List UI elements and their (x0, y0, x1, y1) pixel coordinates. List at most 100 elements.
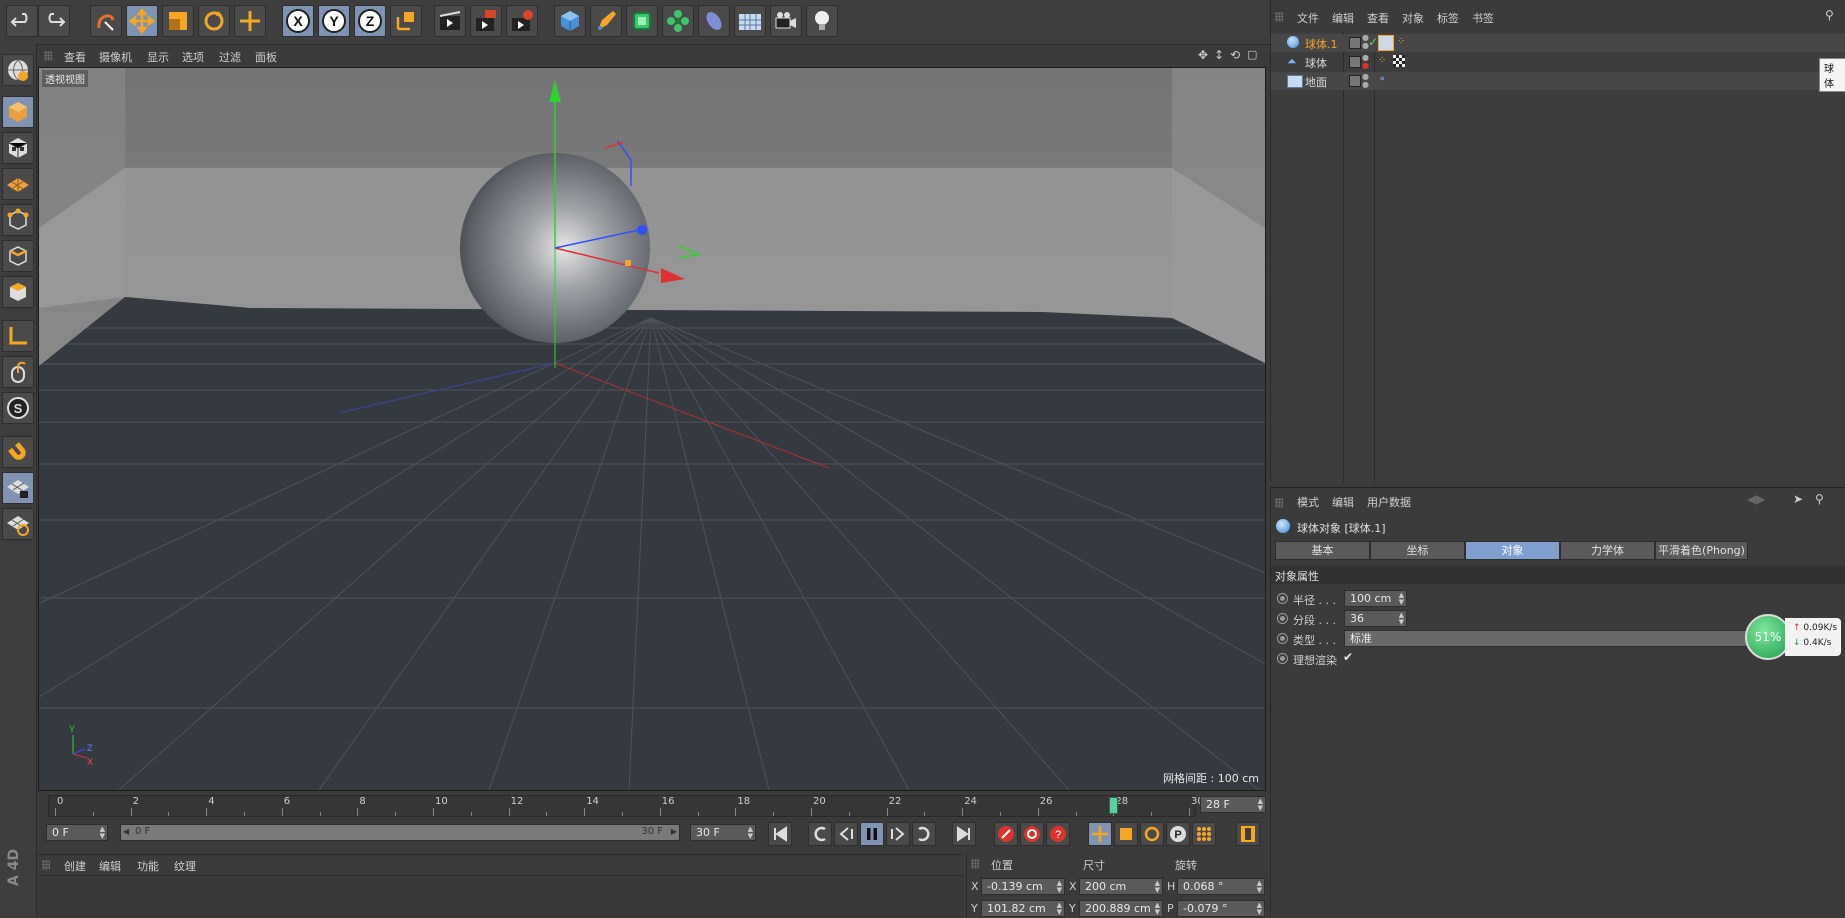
menu-create[interactable]: 创建 (64, 858, 86, 874)
key-rotation-icon[interactable] (1140, 822, 1164, 846)
tab-coordinates[interactable]: 坐标 (1370, 541, 1465, 560)
timeline-ruler[interactable]: 0 2 4 6 8 10 12 14 16 18 20 22 24 26 28 30 28 F ▲ ▼ (38, 793, 1268, 817)
texture-mode-icon[interactable] (2, 132, 34, 164)
render-picture-viewer-icon[interactable] (470, 5, 502, 37)
compositing-tag-icon[interactable]: ⚬ (1378, 74, 1386, 85)
network-speed-widget[interactable]: 51% ↑ 0.09K/s ↓ 0.4K/s (1745, 614, 1841, 662)
layer-icon[interactable] (1349, 75, 1361, 87)
points-mode-icon[interactable] (2, 204, 34, 236)
key-scale-icon[interactable] (1114, 822, 1138, 846)
render-settings-icon[interactable] (506, 5, 538, 37)
menu-options[interactable]: 选项 (182, 49, 204, 65)
next-frame-icon[interactable] (886, 822, 910, 846)
workplane-icon[interactable] (2, 168, 34, 200)
viewport-move-icon[interactable]: ✥ (1198, 48, 1208, 62)
ideal-render-checkbox[interactable]: ✔ (1343, 650, 1353, 664)
rotate-icon[interactable] (198, 5, 230, 37)
viewport-zoom-icon[interactable]: ↕ (1214, 48, 1224, 62)
object-row-floor[interactable]: 地面 ● ● ⚬ (1271, 72, 1845, 90)
end-frame-field[interactable]: 30 F ▲ ▼ (690, 824, 756, 841)
x-axis-lock-button[interactable]: X (282, 5, 314, 37)
subdivision-icon[interactable] (626, 5, 658, 37)
menu-mode[interactable]: 模式 (1297, 494, 1319, 510)
playhead[interactable] (1109, 797, 1119, 814)
render-view-icon[interactable] (434, 5, 466, 37)
cursor-icon[interactable]: ➤ (1793, 492, 1803, 506)
animate-radio-icon[interactable] (1277, 613, 1288, 624)
pos-x-field[interactable]: -0.139 cm ▲ ▼ (981, 878, 1065, 895)
key-position-icon[interactable] (1088, 822, 1112, 846)
deformer-icon[interactable] (698, 5, 730, 37)
magnet-icon[interactable] (2, 436, 34, 468)
tab-dynamics-body[interactable]: 力学体 (1560, 541, 1655, 560)
range-right-arrow-icon[interactable]: ▶ (671, 827, 677, 836)
cube-icon[interactable] (554, 5, 586, 37)
animate-radio-icon[interactable] (1277, 633, 1288, 644)
menu-camera[interactable]: 摄像机 (99, 49, 132, 65)
world-coordinates-icon[interactable] (390, 5, 422, 37)
pause-icon[interactable] (860, 822, 884, 846)
key-point-level-icon[interactable] (1192, 822, 1216, 846)
viewport-rotate-icon[interactable]: ⟲ (1230, 48, 1240, 62)
phong-tag-icon[interactable]: ⁘ (1397, 36, 1405, 47)
camera-icon[interactable] (770, 5, 802, 37)
grip-handle[interactable] (971, 859, 979, 869)
object-row-sphere[interactable]: ⏶ 球体 ● ● ⁘ (1271, 53, 1845, 71)
tab-basic[interactable]: 基本 (1275, 541, 1370, 560)
type-dropdown[interactable]: 标准 (1344, 630, 1764, 647)
previous-key-icon[interactable] (808, 822, 832, 846)
texture-tag-icon[interactable] (1393, 55, 1405, 67)
record-key-icon[interactable] (994, 822, 1018, 846)
menu-edit[interactable]: 编辑 (1332, 494, 1354, 510)
menu-display[interactable]: 显示 (147, 49, 169, 65)
menu-tags[interactable]: 标签 (1437, 10, 1459, 26)
model-mode-icon[interactable] (2, 96, 34, 128)
rot-h-field[interactable]: 0.068 ° ▲ ▼ (1177, 878, 1265, 895)
menu-objects[interactable]: 对象 (1402, 10, 1424, 26)
floor-icon[interactable] (734, 5, 766, 37)
segments-field[interactable]: 36 ▲ ▼ (1344, 610, 1407, 627)
keyframe-selection-icon[interactable]: ? (1046, 822, 1070, 846)
tweak-mode-icon[interactable] (2, 356, 34, 388)
move-icon[interactable] (126, 5, 158, 37)
phong-tag-icon[interactable]: ⁘ (1378, 55, 1386, 66)
edges-mode-icon[interactable] (2, 240, 34, 272)
layer-icon[interactable] (1349, 56, 1361, 68)
menu-edit[interactable]: 编辑 (1332, 10, 1354, 26)
next-key-icon[interactable] (912, 822, 936, 846)
menu-filter[interactable]: 过滤 (219, 49, 241, 65)
layer-icon[interactable] (1349, 37, 1361, 49)
array-icon[interactable] (662, 5, 694, 37)
radius-field[interactable]: 100 cm ▲ ▼ (1344, 590, 1407, 607)
live-select-icon[interactable] (90, 5, 122, 37)
light-icon[interactable] (806, 5, 838, 37)
y-axis-lock-button[interactable]: Y (318, 5, 350, 37)
back-arrow-icon[interactable]: ◀▶ (1747, 492, 1765, 506)
material-list[interactable] (38, 875, 963, 918)
object-row-sphere1[interactable]: 球体.1 ● ● ✓ ⁘ (1271, 34, 1845, 52)
menu-texture[interactable]: 纹理 (174, 858, 196, 874)
grip-handle[interactable] (42, 860, 50, 870)
frame-range-slider[interactable]: ◀ 0 F 30 F ▶ (120, 824, 680, 841)
go-to-start-icon[interactable] (768, 822, 792, 846)
polygons-mode-icon[interactable] (2, 276, 34, 308)
rot-p-field[interactable]: -0.079 ° ▲ ▼ (1177, 900, 1265, 917)
search-icon[interactable]: ⚲ (1815, 492, 1824, 506)
menu-panel[interactable]: 面板 (255, 49, 277, 65)
menu-file[interactable]: 文件 (1297, 10, 1319, 26)
go-to-end-icon[interactable] (952, 822, 976, 846)
key-parameter-icon[interactable]: P (1166, 822, 1190, 846)
tab-phong[interactable]: 平滑着色(Phong) (1655, 541, 1748, 560)
size-x-field[interactable]: 200 cm ▲ ▼ (1079, 878, 1163, 895)
material-tag-icon[interactable] (1378, 35, 1394, 51)
animate-radio-icon[interactable] (1277, 653, 1288, 664)
menu-user-data[interactable]: 用户数据 (1367, 494, 1411, 510)
search-icon[interactable]: ⚲ (1825, 8, 1834, 22)
redo-icon[interactable] (38, 5, 70, 37)
animate-radio-icon[interactable] (1277, 593, 1288, 604)
timeline-settings-icon[interactable] (1236, 822, 1260, 846)
viewport-maximize-icon[interactable]: ▢ (1247, 48, 1257, 61)
scale-icon[interactable] (162, 5, 194, 37)
start-frame-field[interactable]: 0 F ▲ ▼ (46, 824, 108, 841)
visibility-dots-icon[interactable]: ● ● (1362, 54, 1369, 70)
